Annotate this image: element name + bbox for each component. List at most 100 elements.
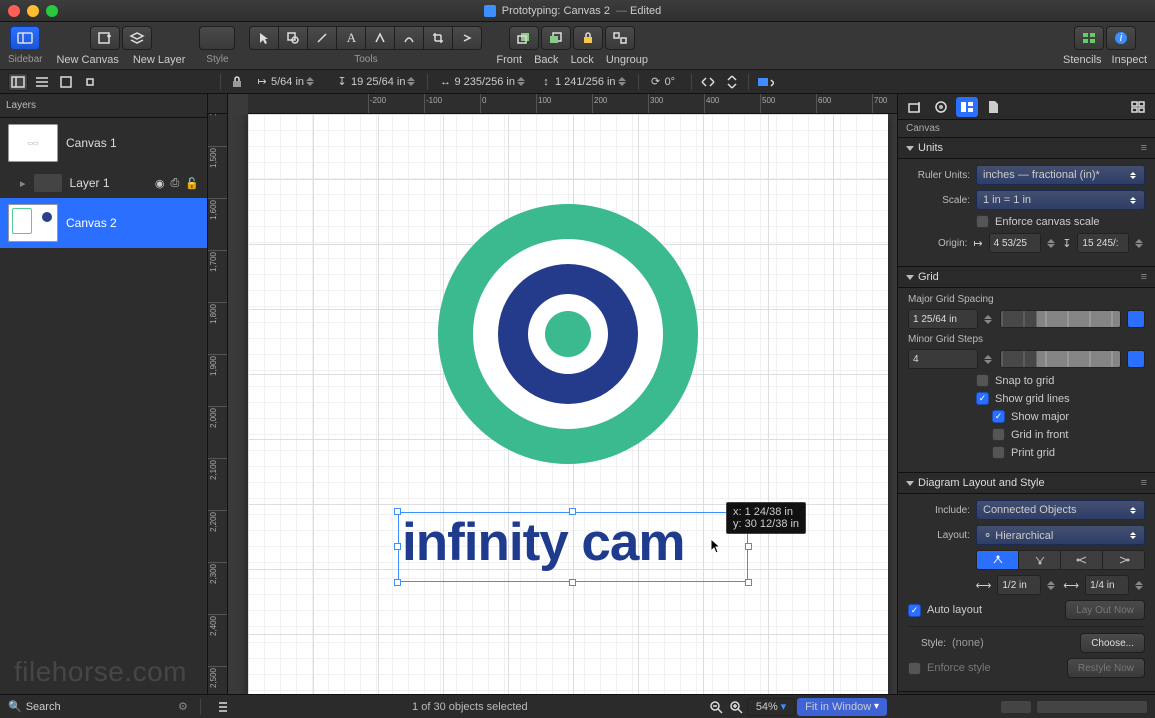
back-button[interactable] xyxy=(541,26,571,50)
ruler-origin[interactable] xyxy=(208,94,228,114)
hgap-field[interactable]: 1/4 in xyxy=(1085,575,1129,595)
zoom-window[interactable] xyxy=(46,5,58,17)
insp-sections-icon[interactable] xyxy=(1127,97,1149,117)
origin-x-stepper[interactable] xyxy=(1047,235,1057,251)
selection-view-icon[interactable] xyxy=(56,73,76,91)
choose-style-button[interactable]: Choose... xyxy=(1080,633,1145,653)
flip-v-icon[interactable] xyxy=(722,73,742,91)
outline-view-icon[interactable] xyxy=(32,73,52,91)
section-menu-icon[interactable]: ≡ xyxy=(1141,142,1147,154)
w-field[interactable]: ↔9 235/256 in xyxy=(434,74,531,90)
search-field[interactable]: 🔍Search xyxy=(8,700,168,713)
grid-header[interactable]: Grid≡ xyxy=(898,266,1155,288)
y-stepper[interactable] xyxy=(407,74,417,90)
ungroup-button[interactable] xyxy=(605,26,635,50)
zoom-field[interactable]: 54% ▾ xyxy=(747,698,795,716)
vgap-field[interactable]: 1/2 in xyxy=(997,575,1041,595)
handle-n[interactable] xyxy=(569,508,576,515)
insp-object-icon[interactable] xyxy=(904,97,926,117)
zoom-out-button[interactable] xyxy=(707,698,725,716)
lock-button[interactable] xyxy=(573,26,603,50)
stencils-button[interactable] xyxy=(1074,26,1104,50)
handle-se[interactable] xyxy=(745,579,752,586)
major-grid-style[interactable] xyxy=(1000,310,1121,328)
guides-view-icon[interactable] xyxy=(80,73,100,91)
layers-view-icon[interactable] xyxy=(8,73,28,91)
x-field[interactable]: ↦5/64 in xyxy=(251,74,327,90)
horizontal-ruler[interactable]: -200-1000100200300400500600700800900 xyxy=(248,94,897,114)
units-header[interactable]: Units≡ xyxy=(898,137,1155,159)
layer-item-1[interactable]: ▸ Layer 1 ◉ ⎙ 🔓 xyxy=(0,168,207,198)
enforce-style-check[interactable]: Enforce style xyxy=(908,662,991,675)
dir-up[interactable] xyxy=(1019,551,1061,569)
layers-tab[interactable]: Layers xyxy=(6,100,36,111)
settings-gear-icon[interactable]: ⚙ xyxy=(178,700,188,713)
print-grid-check[interactable]: Print grid xyxy=(992,446,1055,459)
canvas-viewport[interactable]: infinity cam x: 1 24/38 iny: 30 12/38 in xyxy=(228,114,897,694)
tool-text[interactable]: A xyxy=(336,26,366,50)
front-button[interactable] xyxy=(509,26,539,50)
view-mode-icon[interactable] xyxy=(213,698,233,716)
align-dropdown[interactable] xyxy=(755,73,775,91)
minor-grid-style[interactable] xyxy=(1000,350,1121,368)
close-window[interactable] xyxy=(8,5,20,17)
inspect-button[interactable]: i xyxy=(1106,26,1136,50)
disclosure-icon[interactable]: ▸ xyxy=(20,177,26,190)
print-icon[interactable]: ⎙ xyxy=(170,177,179,190)
w-stepper[interactable] xyxy=(517,74,527,90)
show-grid-check[interactable]: Show grid lines xyxy=(976,392,1070,405)
y-field[interactable]: ↧19 25/64 in xyxy=(331,74,421,90)
dir-left[interactable] xyxy=(1103,551,1144,569)
dir-right[interactable] xyxy=(1061,551,1103,569)
origin-y-field[interactable]: 15 245/: xyxy=(1077,233,1129,253)
minimize-window[interactable] xyxy=(27,5,39,17)
grid-front-check[interactable]: Grid in front xyxy=(992,428,1068,441)
canvas-data-header[interactable]: Canvas Data≡ xyxy=(898,691,1155,694)
selected-text-object[interactable]: infinity cam xyxy=(398,512,748,582)
handle-e[interactable] xyxy=(745,543,752,550)
rotation-field[interactable]: ⟳0° xyxy=(645,75,685,89)
tool-crop[interactable] xyxy=(423,26,453,50)
tool-browse[interactable] xyxy=(452,26,482,50)
handle-sw[interactable] xyxy=(394,579,401,586)
new-layer-button[interactable] xyxy=(122,26,152,50)
origin-y-stepper[interactable] xyxy=(1135,235,1145,251)
origin-x-field[interactable]: 4 53/25 xyxy=(989,233,1041,253)
layout-direction-segment[interactable] xyxy=(976,550,1145,570)
visibility-icon[interactable]: ◉ xyxy=(155,177,165,190)
status-swatch-2[interactable] xyxy=(1037,701,1147,713)
tool-select[interactable] xyxy=(249,26,279,50)
restyle-button[interactable]: Restyle Now xyxy=(1067,658,1145,678)
dir-down[interactable] xyxy=(977,551,1019,569)
major-grid-color[interactable] xyxy=(1127,310,1145,328)
tool-line[interactable] xyxy=(307,26,337,50)
vertical-ruler[interactable]: 1,4001,5001,6001,7001,8001,9002,0002,100… xyxy=(208,114,228,694)
snap-grid-check[interactable]: Snap to grid xyxy=(976,374,1054,387)
new-canvas-button[interactable] xyxy=(90,26,120,50)
h-stepper[interactable] xyxy=(618,74,628,90)
handle-nw[interactable] xyxy=(394,508,401,515)
h-field[interactable]: ↕1 241/256 in xyxy=(535,74,632,90)
tool-shape[interactable] xyxy=(278,26,308,50)
x-stepper[interactable] xyxy=(306,74,316,90)
layout-select[interactable]: ⚬ Hierarchical xyxy=(976,525,1145,545)
insp-properties-icon[interactable] xyxy=(930,97,952,117)
layout-now-button[interactable]: Lay Out Now xyxy=(1065,600,1145,620)
zoom-in-button[interactable] xyxy=(727,698,745,716)
scale-select[interactable]: 1 in = 1 in xyxy=(976,190,1145,210)
tool-point[interactable] xyxy=(394,26,424,50)
handle-w[interactable] xyxy=(394,543,401,550)
ruler-units-select[interactable]: inches — fractional (in)* xyxy=(976,165,1145,185)
canvas-item-2[interactable]: Canvas 2 xyxy=(0,198,207,248)
lock-origin-icon[interactable] xyxy=(227,73,247,91)
minor-grid-color[interactable] xyxy=(1127,350,1145,368)
include-select[interactable]: Connected Objects xyxy=(976,500,1145,520)
major-grid-field[interactable]: 1 25/64 in xyxy=(908,309,978,329)
canvas-item-1[interactable]: ▭▭ Canvas 1 xyxy=(0,118,207,168)
flip-h-icon[interactable] xyxy=(698,73,718,91)
fit-window-button[interactable]: Fit in Window ▾ xyxy=(797,698,887,716)
minor-grid-field[interactable]: 4 xyxy=(908,349,978,369)
handle-s[interactable] xyxy=(569,579,576,586)
tool-pen[interactable] xyxy=(365,26,395,50)
auto-layout-check[interactable]: Auto layout xyxy=(908,604,982,617)
